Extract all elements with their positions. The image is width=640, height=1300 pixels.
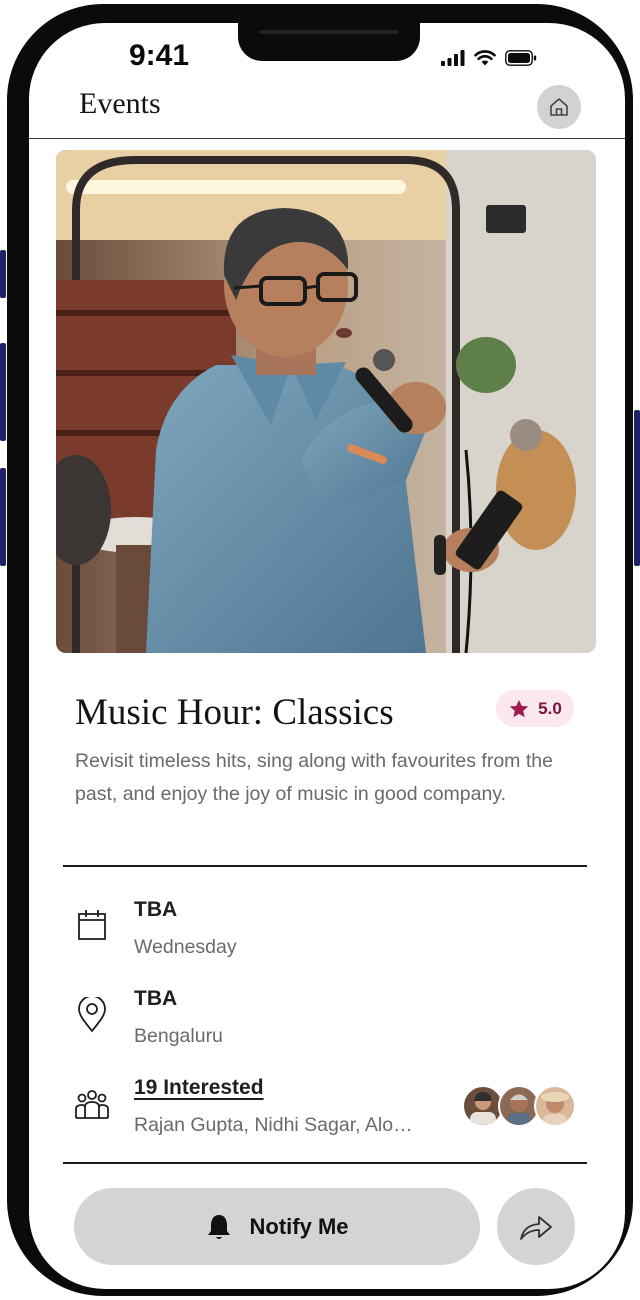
signal-icon: [441, 50, 465, 66]
notch: [238, 23, 420, 61]
event-city: Bengaluru: [134, 1025, 223, 1047]
event-hero-image: [56, 150, 596, 653]
wifi-icon: [474, 50, 496, 66]
event-venue: TBA: [134, 987, 178, 1010]
phone-frame: 9:41 Events Music Hour: Classics 5.0 Rev…: [7, 4, 633, 1296]
screen: 9:41 Events Music Hour: Classics 5.0 Rev…: [29, 23, 625, 1289]
notify-me-label: Notify Me: [249, 1213, 349, 1239]
home-button[interactable]: [537, 85, 581, 129]
mute-switch: [0, 250, 6, 298]
people-icon: [72, 1085, 112, 1125]
rating-badge: 5.0: [496, 690, 574, 727]
divider-bottom: [63, 1162, 587, 1164]
interested-count-link[interactable]: 19 Interested: [134, 1076, 264, 1100]
status-time: 9:41: [129, 39, 190, 72]
rating-value: 5.0: [538, 698, 562, 718]
interested-avatars[interactable]: [462, 1085, 576, 1127]
home-icon: [550, 98, 568, 116]
calendar-icon: [72, 905, 112, 945]
star-icon: [510, 699, 529, 717]
interested-names: Rajan Gupta, Nidhi Sagar, Alo…: [134, 1114, 413, 1136]
volume-down-button: [0, 468, 6, 566]
status-icons: [441, 49, 537, 67]
volume-up-button: [0, 343, 6, 441]
event-day: Wednesday: [134, 936, 237, 958]
location-pin-icon: [72, 995, 112, 1035]
event-title: Music Hour: Classics: [75, 692, 394, 733]
event-description: Revisit timeless hits, sing along with f…: [75, 750, 553, 805]
event-date: TBA: [134, 898, 178, 921]
header-divider: [29, 138, 625, 139]
share-button[interactable]: [497, 1188, 575, 1265]
power-button: [634, 410, 640, 566]
speaker-grille: [259, 30, 399, 34]
divider-top: [63, 865, 587, 867]
share-icon: [520, 1215, 552, 1240]
avatar: [534, 1085, 576, 1127]
bell-icon: [207, 1214, 230, 1239]
battery-icon: [505, 50, 537, 66]
page-title: Events: [79, 87, 161, 120]
notify-me-button[interactable]: Notify Me: [74, 1188, 480, 1265]
